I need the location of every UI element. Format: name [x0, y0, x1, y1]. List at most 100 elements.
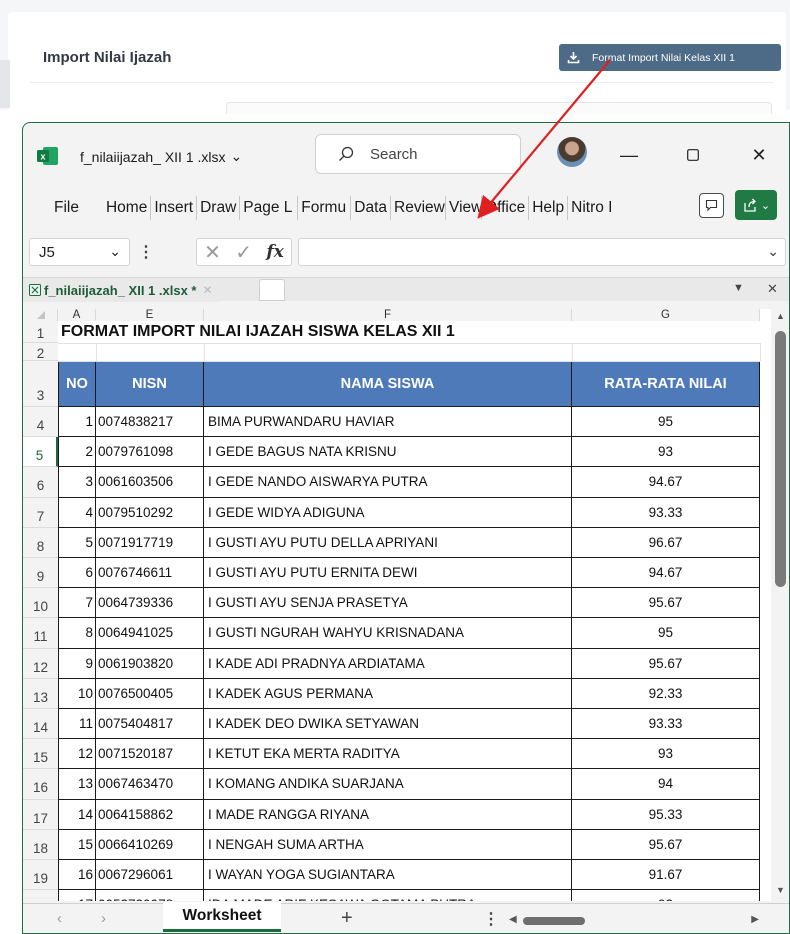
cell-rata-rata-nilai[interactable]: 95.33	[572, 799, 760, 830]
cell-rata-rata-nilai[interactable]: 92	[572, 890, 760, 901]
cell-no[interactable]: 4	[58, 497, 96, 528]
cell-no[interactable]: 2	[58, 437, 96, 468]
cell-nama-siswa[interactable]: I GUSTI AYU SENJA PRASETYA	[204, 588, 572, 619]
row-header[interactable]: 16	[23, 769, 58, 800]
cell-no[interactable]: 9	[58, 648, 96, 679]
tab-draw[interactable]: Draw	[197, 196, 239, 220]
cell-nisn[interactable]: 0067296061	[96, 860, 204, 891]
cell-nisn[interactable]: 0064158862	[96, 799, 204, 830]
row-header[interactable]: 1	[23, 321, 58, 343]
cell-nisn[interactable]: 0066410269	[96, 829, 204, 860]
row-header[interactable]: 17	[23, 799, 58, 830]
cell-nama-siswa[interactable]: I GEDE NANDO AISWARYA PUTRA	[204, 467, 572, 498]
cell-rata-rata-nilai[interactable]: 93.33	[572, 709, 760, 740]
cell-nama-siswa[interactable]: I GUSTI AYU PUTU DELLA APRIYANI	[204, 527, 572, 558]
row-header[interactable]	[23, 890, 58, 901]
row-header[interactable]: 7	[23, 497, 58, 528]
spreadsheet-grid[interactable]: A E F G FORMAT IMPORT NILAI IJAZAH SISWA…	[23, 309, 771, 901]
cell-nama-siswa[interactable]: I GUSTI NGURAH WAHYU KRISNADANA	[204, 618, 572, 649]
cell-nisn[interactable]: 0071520187	[96, 739, 204, 770]
row-header[interactable]: 9	[23, 558, 58, 589]
cell-nisn[interactable]: 0074838217	[96, 407, 204, 438]
cell-nama-siswa[interactable]: I GEDE BAGUS NATA KRISNU	[204, 437, 572, 468]
expand-formula-icon[interactable]: ⌄	[767, 243, 779, 260]
header-no[interactable]: NO	[58, 361, 96, 407]
cell-nama-siswa[interactable]: I KADEK AGUS PERMANA	[204, 678, 572, 709]
avatar[interactable]	[557, 137, 587, 167]
tab-view[interactable]: View	[446, 196, 481, 220]
comments-button[interactable]	[699, 193, 724, 218]
row-header[interactable]: 11	[23, 618, 58, 649]
row-header[interactable]: 14	[23, 709, 58, 740]
row-header[interactable]: 2	[23, 343, 58, 361]
row-header[interactable]: 3	[23, 361, 58, 407]
column-header-e[interactable]: E	[96, 309, 204, 321]
cell-no[interactable]: 7	[58, 588, 96, 619]
cell-nama-siswa[interactable]: I KADE ADI PRADNYA ARDIATAMA	[204, 648, 572, 679]
cell-rata-rata-nilai[interactable]: 95.67	[572, 829, 760, 860]
cell-nama-siswa[interactable]: I GEDE WIDYA ADIGUNA	[204, 497, 572, 528]
cell-no[interactable]: 16	[58, 860, 96, 891]
cell-rata-rata-nilai[interactable]: 95	[572, 618, 760, 649]
maximize-icon[interactable]	[681, 143, 705, 167]
cell-no[interactable]: 3	[58, 467, 96, 498]
cell-rata-rata-nilai[interactable]: 94	[572, 769, 760, 800]
cancel-icon[interactable]: ✕	[204, 240, 221, 265]
cell-nisn[interactable]: 0052720078	[96, 890, 204, 901]
cell-no[interactable]: 12	[58, 739, 96, 770]
cell-nama-siswa[interactable]: I GUSTI AYU PUTU ERNITA DEWI	[204, 558, 572, 589]
cell-no[interactable]: 13	[58, 769, 96, 800]
row-header[interactable]: 12	[23, 648, 58, 679]
close-icon[interactable]: ✕	[767, 281, 778, 297]
add-sheet-icon[interactable]: +	[341, 907, 353, 930]
sheet-tab-worksheet[interactable]: Worksheet	[163, 902, 281, 932]
cell-no[interactable]: 1	[58, 407, 96, 438]
cell-no[interactable]: 8	[58, 618, 96, 649]
column-header-g[interactable]: G	[572, 309, 760, 321]
cell-rata-rata-nilai[interactable]: 92.33	[572, 678, 760, 709]
row-header[interactable]: 8	[23, 527, 58, 558]
row-header[interactable]: 19	[23, 860, 58, 891]
cell-nama-siswa[interactable]: I MADE RANGGA RIYANA	[204, 799, 572, 830]
tab-office[interactable]: Office	[482, 196, 528, 220]
cell-nisn[interactable]: 0079761098	[96, 437, 204, 468]
row-header[interactable]: 10	[23, 588, 58, 619]
more-options-icon[interactable]: ⋮	[483, 909, 499, 929]
cell-nisn[interactable]: 0064941025	[96, 618, 204, 649]
new-document-tab[interactable]	[259, 279, 285, 301]
header-nisn[interactable]: NISN	[96, 361, 204, 407]
format-import-button[interactable]: Format Import Nilai Kelas XII 1	[559, 44, 781, 71]
tab-formulas[interactable]: Formu	[298, 196, 350, 220]
scroll-thumb[interactable]	[775, 331, 786, 587]
cell-nama-siswa[interactable]: BIMA PURWANDARU HAVIAR	[204, 407, 572, 438]
cell-rata-rata-nilai[interactable]: 94.67	[572, 558, 760, 589]
scroll-down-icon[interactable]: ▼	[776, 885, 785, 895]
cell-rata-rata-nilai[interactable]: 94.67	[572, 467, 760, 498]
cell-rata-rata-nilai[interactable]: 95	[572, 407, 760, 438]
select-all-corner[interactable]	[23, 309, 58, 321]
header-rata-rata-nilai[interactable]: RATA-RATA NILAI	[572, 361, 760, 407]
search-box[interactable]: Search	[315, 134, 521, 174]
cell-rata-rata-nilai[interactable]: 93	[572, 739, 760, 770]
tab-home[interactable]: Home	[103, 196, 150, 220]
cell-rata-rata-nilai[interactable]: 96.67	[572, 527, 760, 558]
document-tab[interactable]: f_nilaiijazah_ XII 1 .xlsx * ✕	[23, 278, 219, 302]
cell-nisn[interactable]: 0075404817	[96, 709, 204, 740]
file-name-dropdown[interactable]: f_nilaiijazah_ XII 1 .xlsx ⌄	[80, 148, 242, 165]
scroll-right-icon[interactable]: ▶	[751, 914, 759, 925]
enter-check-icon[interactable]: ✓	[235, 240, 252, 265]
tab-menu-icon[interactable]: ▼	[733, 282, 744, 294]
formula-input[interactable]: ⌄	[298, 238, 786, 266]
name-box[interactable]: J5 ⌄	[29, 238, 130, 266]
row-header[interactable]: 6	[23, 467, 58, 498]
cell-rata-rata-nilai[interactable]: 95.67	[572, 588, 760, 619]
close-tab-icon[interactable]: ✕	[202, 283, 212, 297]
column-header-a[interactable]: A	[58, 309, 96, 321]
row-header[interactable]: 13	[23, 678, 58, 709]
cell-rata-rata-nilai[interactable]: 95.67	[572, 648, 760, 679]
header-nama-siswa[interactable]: NAMA SISWA	[204, 361, 572, 407]
row-header[interactable]: 15	[23, 739, 58, 770]
cell-rata-rata-nilai[interactable]: 91.67	[572, 860, 760, 891]
cell-nama-siswa[interactable]: I WAYAN YOGA SUGIANTARA	[204, 860, 572, 891]
sheet-title[interactable]: FORMAT IMPORT NILAI IJAZAH SISWA KELAS X…	[61, 323, 455, 341]
